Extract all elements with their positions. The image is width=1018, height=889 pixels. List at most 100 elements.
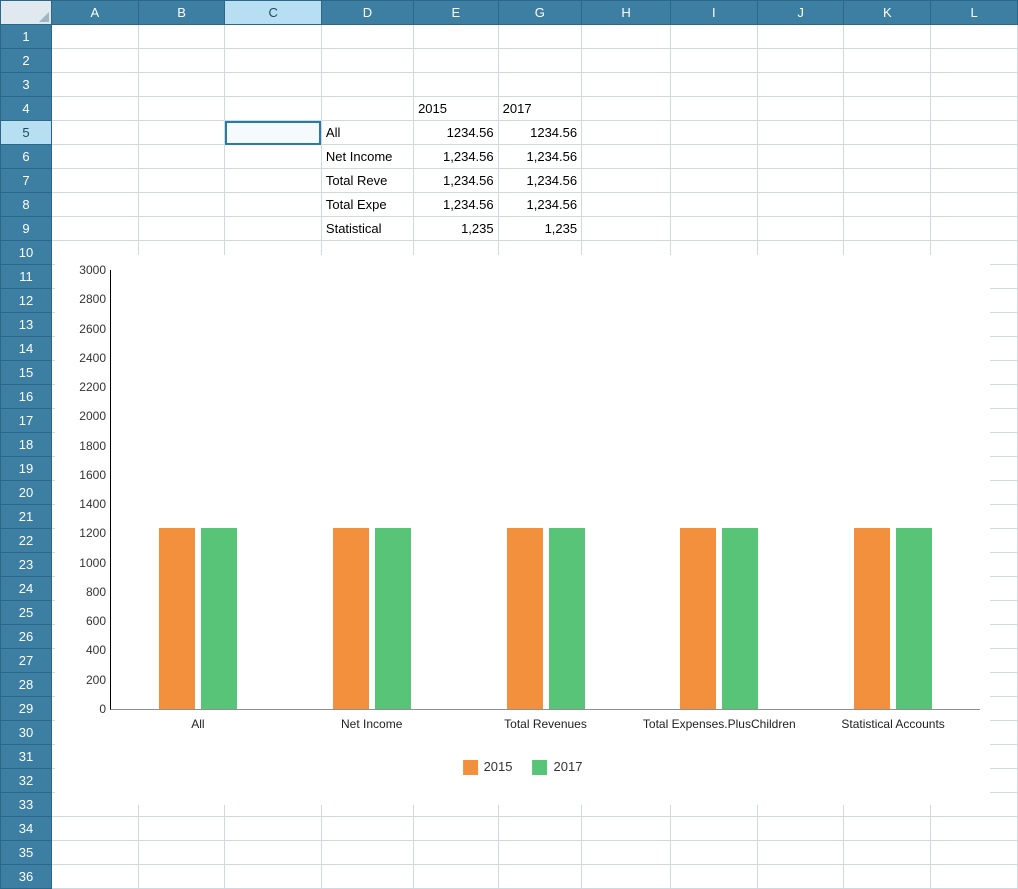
cell-L6[interactable] [931,145,1018,169]
row-header-10[interactable]: 10 [1,241,52,265]
row-header-29[interactable]: 29 [1,697,52,721]
cell-G36[interactable] [498,865,581,889]
cell-A36[interactable] [51,865,138,889]
cell-L8[interactable] [931,193,1018,217]
cell-E35[interactable] [414,841,499,865]
row-header-26[interactable]: 26 [1,625,52,649]
cell-B7[interactable] [138,169,225,193]
cell-D35[interactable] [321,841,413,865]
cell-L5[interactable] [931,121,1018,145]
cell-L2[interactable] [931,49,1018,73]
cell-A3[interactable] [51,73,138,97]
cell-G35[interactable] [498,841,581,865]
cell-D34[interactable] [321,817,413,841]
cell-D36[interactable] [321,865,413,889]
cell-A34[interactable] [51,817,138,841]
cell-I3[interactable] [671,73,758,97]
cell-B3[interactable] [138,73,225,97]
cell-H3[interactable] [582,73,671,97]
cell-H8[interactable] [582,193,671,217]
cell-C1[interactable] [225,25,321,49]
cell-C3[interactable] [225,73,321,97]
row-header-33[interactable]: 33 [1,793,52,817]
cell-I6[interactable] [671,145,758,169]
column-header-D[interactable]: D [321,1,413,25]
row-header-25[interactable]: 25 [1,601,52,625]
cell-K7[interactable] [844,169,931,193]
cell-E7[interactable]: 1,234.56 [414,169,499,193]
cell-I9[interactable] [671,217,758,241]
cell-B5[interactable] [138,121,225,145]
row-header-30[interactable]: 30 [1,721,52,745]
row-header-20[interactable]: 20 [1,481,52,505]
cell-B9[interactable] [138,217,225,241]
cell-H34[interactable] [582,817,671,841]
cell-K5[interactable] [844,121,931,145]
cell-B2[interactable] [138,49,225,73]
cell-L3[interactable] [931,73,1018,97]
cell-I36[interactable] [671,865,758,889]
embedded-chart[interactable]: 0200400600800100012001400160018002000220… [55,255,990,805]
cell-D7[interactable]: Total Reve [321,169,413,193]
cell-D6[interactable]: Net Income [321,145,413,169]
row-header-8[interactable]: 8 [1,193,52,217]
cell-G4[interactable]: 2017 [498,97,581,121]
cell-E4[interactable]: 2015 [414,97,499,121]
cell-B1[interactable] [138,25,225,49]
cell-L9[interactable] [931,217,1018,241]
cell-I2[interactable] [671,49,758,73]
column-header-L[interactable]: L [931,1,1018,25]
cell-H2[interactable] [582,49,671,73]
cell-H1[interactable] [582,25,671,49]
cell-J4[interactable] [757,97,844,121]
cell-E5[interactable]: 1234.56 [414,121,499,145]
cell-I4[interactable] [671,97,758,121]
cell-I5[interactable] [671,121,758,145]
cell-I7[interactable] [671,169,758,193]
row-header-7[interactable]: 7 [1,169,52,193]
cell-G8[interactable]: 1,234.56 [498,193,581,217]
row-header-17[interactable]: 17 [1,409,52,433]
cell-J6[interactable] [757,145,844,169]
column-header-J[interactable]: J [757,1,844,25]
cell-L34[interactable] [931,817,1018,841]
cell-C9[interactable] [225,217,321,241]
cell-A35[interactable] [51,841,138,865]
cell-K4[interactable] [844,97,931,121]
row-header-3[interactable]: 3 [1,73,52,97]
cell-J7[interactable] [757,169,844,193]
row-header-11[interactable]: 11 [1,265,52,289]
row-header-6[interactable]: 6 [1,145,52,169]
cell-L35[interactable] [931,841,1018,865]
cell-E34[interactable] [414,817,499,841]
cell-J35[interactable] [757,841,844,865]
row-header-21[interactable]: 21 [1,505,52,529]
cell-D2[interactable] [321,49,413,73]
row-header-15[interactable]: 15 [1,361,52,385]
row-header-5[interactable]: 5 [1,121,52,145]
cell-K34[interactable] [844,817,931,841]
row-header-14[interactable]: 14 [1,337,52,361]
cell-A9[interactable] [51,217,138,241]
cell-G34[interactable] [498,817,581,841]
cell-D5[interactable]: All [321,121,413,145]
cell-B8[interactable] [138,193,225,217]
cell-B34[interactable] [138,817,225,841]
cell-I8[interactable] [671,193,758,217]
cell-L36[interactable] [931,865,1018,889]
cell-L4[interactable] [931,97,1018,121]
cell-A2[interactable] [51,49,138,73]
row-header-23[interactable]: 23 [1,553,52,577]
row-header-36[interactable]: 36 [1,865,52,889]
cell-B6[interactable] [138,145,225,169]
row-header-31[interactable]: 31 [1,745,52,769]
cell-B4[interactable] [138,97,225,121]
cell-A5[interactable] [51,121,138,145]
cell-C8[interactable] [225,193,321,217]
cell-G7[interactable]: 1,234.56 [498,169,581,193]
row-header-34[interactable]: 34 [1,817,52,841]
cell-B36[interactable] [138,865,225,889]
cell-C34[interactable] [225,817,321,841]
cell-E2[interactable] [414,49,499,73]
row-header-9[interactable]: 9 [1,217,52,241]
